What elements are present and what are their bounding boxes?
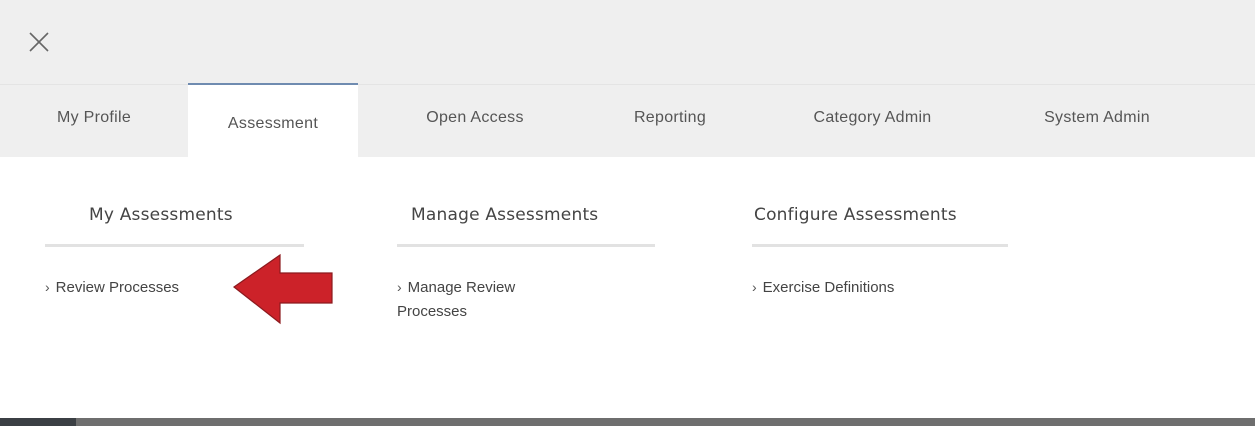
page-background-strip	[0, 418, 1255, 426]
chevron-right-icon: ›	[45, 279, 50, 295]
menu-link-label: Manage Review Processes	[397, 279, 516, 320]
column-divider	[752, 244, 1008, 247]
tab-open-access[interactable]: Open Access	[395, 85, 555, 158]
chevron-right-icon: ›	[752, 279, 757, 295]
column-divider	[45, 244, 304, 247]
navigation-panel: My Profile Assessment Open Access Report…	[0, 0, 1255, 426]
menu-link-label: Exercise Definitions	[762, 279, 895, 296]
menu-link-label: Review Processes	[55, 279, 180, 296]
tab-assessment[interactable]: Assessment	[188, 83, 358, 158]
column-divider	[397, 244, 655, 247]
tab-reporting[interactable]: Reporting	[605, 85, 735, 158]
chevron-right-icon: ›	[397, 279, 402, 295]
tab-my-profile[interactable]: My Profile	[0, 85, 188, 158]
menu-link-manage-review-processes[interactable]: › Manage Review Processes	[397, 275, 587, 324]
panel-header	[0, 0, 1255, 84]
column-heading: Manage Assessments	[411, 205, 599, 225]
column-heading: Configure Assessments	[754, 205, 957, 225]
menu-link-exercise-definitions[interactable]: › Exercise Definitions	[752, 275, 992, 300]
tab-system-admin[interactable]: System Admin	[1012, 85, 1182, 158]
column-heading: My Assessments	[89, 205, 233, 225]
tab-bar: My Profile Assessment Open Access Report…	[0, 83, 1255, 158]
tab-category-admin[interactable]: Category Admin	[780, 85, 965, 158]
annotation-arrow-icon	[232, 253, 333, 325]
close-icon[interactable]	[27, 30, 51, 54]
